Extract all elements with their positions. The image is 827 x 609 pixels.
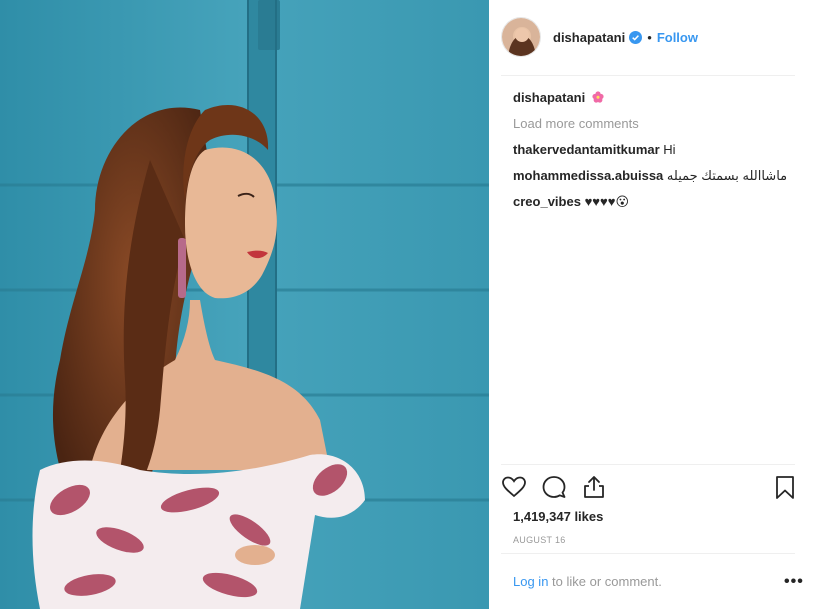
heart-outline-icon[interactable] <box>501 474 527 500</box>
action-bar <box>501 470 795 504</box>
share-upload-icon[interactable] <box>581 474 607 500</box>
login-link[interactable]: Log in <box>513 574 548 589</box>
caption: dishapatani <box>513 89 803 107</box>
login-prompt: Log in to like or comment. <box>513 574 662 589</box>
comment-text: ماشاالله بسمتك جميله <box>666 168 788 183</box>
more-options-icon[interactable]: ••• <box>784 573 804 591</box>
verified-badge-icon <box>629 30 643 44</box>
bookmark-icon[interactable] <box>772 474 798 500</box>
avatar[interactable] <box>501 17 541 57</box>
hibiscus-emoji-icon <box>592 90 604 103</box>
avatar-image <box>502 18 540 56</box>
header-divider <box>501 75 795 76</box>
comment-username[interactable]: mohammedissa.abuissa <box>513 168 663 183</box>
comment-username[interactable]: dishapatani <box>513 90 585 105</box>
header-separator: • <box>647 29 652 45</box>
comment-text: Hi <box>663 142 676 157</box>
comment-username[interactable]: creo_vibes <box>513 194 581 209</box>
post-side-panel: dishapatani • Follow dishapatani Load mo… <box>489 0 827 609</box>
load-more-comments-link[interactable]: Load more comments <box>513 115 803 133</box>
username-link[interactable]: dishapatani <box>553 30 625 45</box>
likes-count[interactable]: 1,419,347 likes <box>513 509 603 524</box>
comments-list: dishapatani Load more comments thakerved… <box>513 89 803 219</box>
login-prompt-text: to like or comment. <box>548 574 662 589</box>
post-date: AUGUST 16 <box>513 535 566 545</box>
comment-item: thakervedantamitkumar Hi <box>513 141 803 159</box>
comment-item: mohammedissa.abuissa ماشاالله بسمتك جميل… <box>513 167 803 185</box>
comment-text: ♥♥♥♥😮 <box>584 194 629 209</box>
footer-divider <box>501 553 795 554</box>
comment-item: creo_vibes ♥♥♥♥😮 <box>513 193 803 211</box>
instagram-post: dishapatani • Follow dishapatani Load mo… <box>0 0 827 609</box>
comment-username[interactable]: thakervedantamitkumar <box>513 142 660 157</box>
post-header: dishapatani • Follow <box>501 12 795 62</box>
actions-divider <box>501 464 795 465</box>
comment-bubble-icon[interactable] <box>541 474 567 500</box>
follow-button[interactable]: Follow <box>657 30 698 45</box>
photo-illustration <box>0 0 489 609</box>
post-photo[interactable] <box>0 0 489 609</box>
